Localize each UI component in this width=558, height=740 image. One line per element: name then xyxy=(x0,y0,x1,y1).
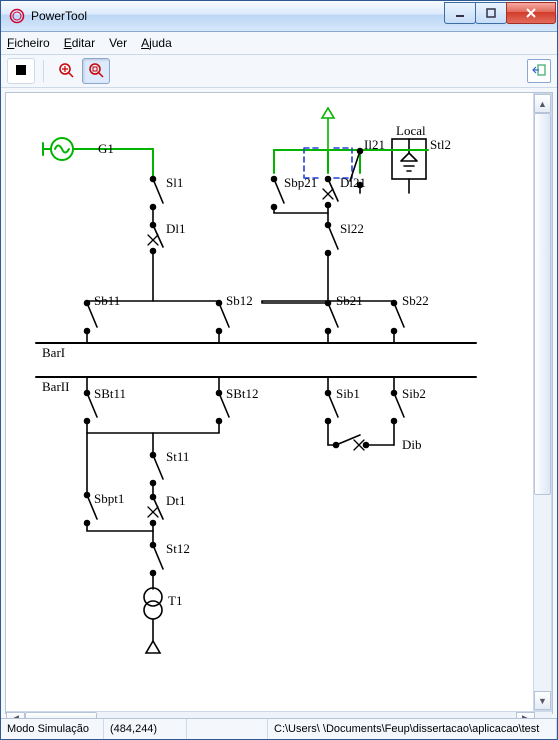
zoom-fit-button[interactable] xyxy=(82,58,110,84)
dock-panel-button[interactable] xyxy=(527,59,551,83)
titlebar: PowerTool xyxy=(1,1,557,32)
work-area: G1 Sl1 Dl1 Sb11 Sb12 Sb21 Sb22 BarI BarI… xyxy=(1,88,557,718)
status-coords: (484,244) xyxy=(104,719,187,739)
label-dt1: Dt1 xyxy=(166,493,186,509)
close-button[interactable] xyxy=(506,2,556,24)
label-sb21: Sb21 xyxy=(336,293,363,309)
label-dl1: Dl1 xyxy=(166,221,186,237)
menu-edit[interactable]: Editar xyxy=(64,36,95,50)
label-sib2: Sib2 xyxy=(402,386,426,402)
label-stl2: Stl2 xyxy=(430,137,451,153)
zoom-in-icon xyxy=(58,62,74,81)
maximize-button[interactable] xyxy=(475,2,507,24)
menu-view[interactable]: Ver xyxy=(109,36,127,50)
label-sbt11: SBt11 xyxy=(94,386,126,402)
status-gap xyxy=(187,719,268,739)
menu-help[interactable]: Ajuda xyxy=(141,36,172,50)
menu-bar: Ficheiro Editar Ver Ajuda xyxy=(1,32,557,55)
status-mode: Modo Simulação xyxy=(1,719,104,739)
label-st11: St11 xyxy=(166,449,189,465)
stop-icon xyxy=(14,63,28,80)
diagram-canvas[interactable]: G1 Sl1 Dl1 Sb11 Sb12 Sb21 Sb22 BarI BarI… xyxy=(6,93,533,711)
schematic xyxy=(6,93,526,708)
vscroll-track[interactable] xyxy=(534,495,551,691)
menu-file[interactable]: Ficheiro xyxy=(7,36,50,50)
window-controls xyxy=(445,1,557,32)
label-dl21: Dl21 xyxy=(340,175,366,191)
window-title: PowerTool xyxy=(31,9,445,23)
toolbar-separator xyxy=(43,60,44,82)
minimize-button[interactable] xyxy=(444,2,476,24)
zoom-fit-icon xyxy=(88,62,104,81)
label-sb11: Sb11 xyxy=(94,293,120,309)
label-sb12: Sb12 xyxy=(226,293,253,309)
label-dib: Dib xyxy=(402,437,422,453)
label-sbt12: SBt12 xyxy=(226,386,259,402)
app-icon xyxy=(9,8,25,24)
stop-button[interactable] xyxy=(7,58,35,84)
label-st12: St12 xyxy=(166,541,190,557)
status-path: C:\Users\ \Documents\Feup\dissertacao\ap… xyxy=(268,719,557,739)
dock-panel-icon xyxy=(532,63,546,80)
label-sl1: Sl1 xyxy=(166,175,183,191)
label-sbp21: Sbp21 xyxy=(284,175,317,191)
horizontal-scrollbar[interactable]: ◀ ▶ xyxy=(6,711,552,718)
vertical-scrollbar[interactable]: ▲ ▼ xyxy=(533,93,552,711)
label-local: Local xyxy=(396,123,426,139)
label-sl22: Sl22 xyxy=(340,221,364,237)
vscroll-thumb[interactable] xyxy=(534,113,551,495)
scroll-up-button[interactable]: ▲ xyxy=(534,94,551,113)
label-sbpt1: Sbpt1 xyxy=(94,491,124,507)
label-bari: BarI xyxy=(42,345,65,361)
label-g1: G1 xyxy=(98,141,114,157)
zoom-in-button[interactable] xyxy=(52,58,80,84)
label-sb22: Sb22 xyxy=(402,293,429,309)
scroll-down-button[interactable]: ▼ xyxy=(534,691,551,710)
label-barii: BarII xyxy=(42,379,69,395)
app-window: PowerTool Ficheiro Editar Ver Ajuda xyxy=(0,0,558,740)
label-il21: Il21 xyxy=(364,137,385,153)
toolbar xyxy=(1,55,557,88)
label-sib1: Sib1 xyxy=(336,386,360,402)
status-bar: Modo Simulação (484,244) C:\Users\ \Docu… xyxy=(1,718,557,739)
label-t1: T1 xyxy=(168,593,182,609)
canvas-frame: G1 Sl1 Dl1 Sb11 Sb12 Sb21 Sb22 BarI BarI… xyxy=(5,92,553,714)
